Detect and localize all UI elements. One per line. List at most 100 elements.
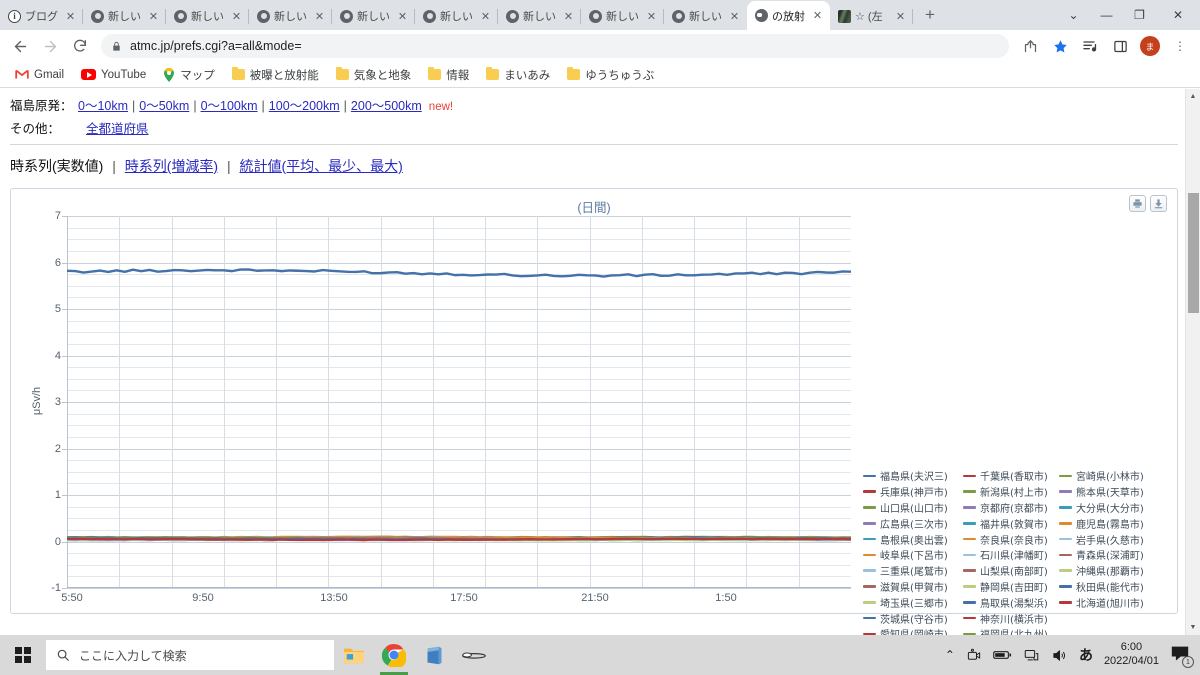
legend-item[interactable]: 鳥取県(湯梨浜) xyxy=(963,594,1059,610)
taskbar-app-store[interactable] xyxy=(414,635,454,675)
side-panel-icon[interactable] xyxy=(1106,32,1134,60)
legend-item[interactable]: 岩手県(久慈市) xyxy=(1059,531,1159,547)
bookmark-3[interactable]: 被曝と放射能 xyxy=(225,65,326,85)
tab-close-button[interactable]: ✕ xyxy=(229,9,244,24)
scroll-down-arrow[interactable]: ▼ xyxy=(1186,620,1200,635)
maximize-button[interactable]: ❐ xyxy=(1123,0,1156,30)
nav-link-1-0[interactable]: 全都道府県 xyxy=(86,122,149,136)
legend-item[interactable]: 宮崎県(小林市) xyxy=(1059,468,1159,484)
legend-item[interactable]: 鹿児島(霧島市) xyxy=(1059,515,1159,531)
bookmark-7[interactable]: ゆうちゅうぶ xyxy=(560,65,661,85)
bookmark-5[interactable]: 情報 xyxy=(421,65,476,85)
minimize-button[interactable]: — xyxy=(1090,0,1123,30)
taskbar-app-chrome[interactable] xyxy=(374,635,414,675)
tab-close-button[interactable]: ✕ xyxy=(63,9,78,24)
tab-close-button[interactable]: ✕ xyxy=(893,9,908,24)
scrollbar-thumb[interactable] xyxy=(1188,193,1199,313)
legend-item[interactable]: 山口県(山口市) xyxy=(863,500,963,516)
legend-item[interactable]: 茨城県(守谷市) xyxy=(863,610,963,626)
share-icon[interactable] xyxy=(1016,32,1044,60)
tab-close-button[interactable]: ✕ xyxy=(644,9,659,24)
nav-link-0-2[interactable]: 0〜100km xyxy=(201,99,258,113)
browser-tab-6[interactable]: 新しい ✕ xyxy=(498,2,581,30)
mode-link-timeseries-rate[interactable]: 時系列(増減率) xyxy=(125,158,218,174)
legend-item[interactable]: 広島県(三次市) xyxy=(863,515,963,531)
legend-item[interactable]: 兵庫県(神戸市) xyxy=(863,484,963,500)
browser-tab-8[interactable]: 新しい ✕ xyxy=(664,2,747,30)
legend-item[interactable]: 北海道(旭川市) xyxy=(1059,594,1159,610)
nav-link-0-4[interactable]: 200〜500km xyxy=(351,99,422,113)
legend-item[interactable]: 岐阜県(下呂市) xyxy=(863,547,963,563)
tab-close-button[interactable]: ✕ xyxy=(478,9,493,24)
nav-link-0-0[interactable]: 0〜10km xyxy=(78,99,128,113)
bookmark-0[interactable]: Gmail xyxy=(8,67,71,83)
network-icon[interactable] xyxy=(1023,648,1040,663)
legend-item[interactable]: 福井県(敦賀市) xyxy=(963,515,1059,531)
legend-item[interactable]: 青森県(深浦町) xyxy=(1059,547,1159,563)
browser-tab-3[interactable]: 新しい ✕ xyxy=(249,2,332,30)
browser-tab-10[interactable]: ☆ (左 ✕ xyxy=(830,2,913,30)
volume-icon[interactable] xyxy=(1051,648,1068,663)
star-icon[interactable] xyxy=(1046,32,1074,60)
legend-item[interactable]: 千葉県(香取市) xyxy=(963,468,1059,484)
legend-item[interactable]: 奈良県(奈良市) xyxy=(963,531,1059,547)
taskbar-search-input[interactable]: ここに入力して検索 xyxy=(46,640,334,670)
browser-tab-7[interactable]: 新しい ✕ xyxy=(581,2,664,30)
scroll-up-arrow[interactable]: ▲ xyxy=(1186,89,1200,104)
tab-close-button[interactable]: ✕ xyxy=(395,9,410,24)
browser-tab-9[interactable]: の放射 ✕ xyxy=(747,1,830,30)
page-scrollbar[interactable]: ▲ ▼ xyxy=(1185,89,1200,635)
browser-tab-1[interactable]: 新しい ✕ xyxy=(83,2,166,30)
reading-list-icon[interactable] xyxy=(1076,32,1104,60)
nav-link-0-1[interactable]: 0〜50km xyxy=(139,99,189,113)
new-tab-button[interactable]: + xyxy=(916,1,944,29)
legend-item[interactable]: 京都府(京都市) xyxy=(963,500,1059,516)
nav-link-0-3[interactable]: 100〜200km xyxy=(269,99,340,113)
legend-item[interactable]: 福島県(夫沢三) xyxy=(863,468,963,484)
clock[interactable]: 6:00 2022/04/01 xyxy=(1104,641,1159,669)
browser-tab-2[interactable]: 新しい ✕ xyxy=(166,2,249,30)
legend-item[interactable]: 熊本県(天草市) xyxy=(1059,484,1159,500)
print-icon[interactable] xyxy=(1129,195,1146,212)
legend-item[interactable]: 沖縄県(那覇市) xyxy=(1059,563,1159,579)
legend-item[interactable]: 埼玉県(三郷市) xyxy=(863,594,963,610)
tab-search-button[interactable]: ⌄ xyxy=(1057,0,1090,30)
bookmark-4[interactable]: 気象と地象 xyxy=(329,65,419,85)
browser-tab-4[interactable]: 新しい ✕ xyxy=(332,2,415,30)
browser-tab-0[interactable]: i ブログ ✕ xyxy=(0,2,83,30)
legend-item[interactable]: 神奈川(横浜市) xyxy=(963,610,1059,626)
ime-indicator[interactable]: あ xyxy=(1079,645,1093,665)
bookmark-6[interactable]: まいあみ xyxy=(479,65,557,85)
legend-item[interactable]: 三重県(尾鷲市) xyxy=(863,563,963,579)
tab-close-button[interactable]: ✕ xyxy=(312,9,327,24)
taskbar-app-pen[interactable] xyxy=(454,635,494,675)
tray-expand-icon[interactable]: ⌃ xyxy=(945,648,955,662)
taskbar-app-file-explorer[interactable] xyxy=(334,635,374,675)
tab-close-button[interactable]: ✕ xyxy=(561,9,576,24)
bookmark-1[interactable]: YouTube xyxy=(74,67,153,83)
legend-item[interactable]: 福岡県(北九州) xyxy=(963,626,1059,635)
chrome-menu-icon[interactable]: ⋮ xyxy=(1166,32,1194,60)
bookmark-2[interactable]: マップ xyxy=(156,65,222,85)
legend-item[interactable]: 山梨県(南部町) xyxy=(963,563,1059,579)
mode-link-statistics[interactable]: 統計値(平均、最少、最大) xyxy=(240,158,403,174)
tab-close-button[interactable]: ✕ xyxy=(727,9,742,24)
tab-close-button[interactable]: ✕ xyxy=(146,9,161,24)
legend-item[interactable]: 秋田県(能代市) xyxy=(1059,579,1159,595)
legend-item[interactable]: 新潟県(村上市) xyxy=(963,484,1059,500)
address-bar[interactable]: atmc.jp/prefs.cgi?a=all&mode= xyxy=(101,34,1009,58)
forward-icon[interactable] xyxy=(36,32,64,60)
close-window-button[interactable]: ✕ xyxy=(1156,0,1200,30)
camera-icon[interactable] xyxy=(966,648,982,663)
profile-avatar[interactable]: ま xyxy=(1136,32,1164,60)
back-icon[interactable] xyxy=(6,32,34,60)
notification-center-icon[interactable]: 1 xyxy=(1170,645,1194,668)
start-button[interactable] xyxy=(0,635,46,675)
download-icon[interactable] xyxy=(1150,195,1167,212)
legend-item[interactable]: 滋賀県(甲賀市) xyxy=(863,579,963,595)
tab-close-button[interactable]: ✕ xyxy=(810,8,825,23)
legend-item[interactable]: 大分県(大分市) xyxy=(1059,500,1159,516)
reload-icon[interactable] xyxy=(66,32,94,60)
browser-tab-5[interactable]: 新しい ✕ xyxy=(415,2,498,30)
legend-item[interactable]: 静岡県(吉田町) xyxy=(963,579,1059,595)
